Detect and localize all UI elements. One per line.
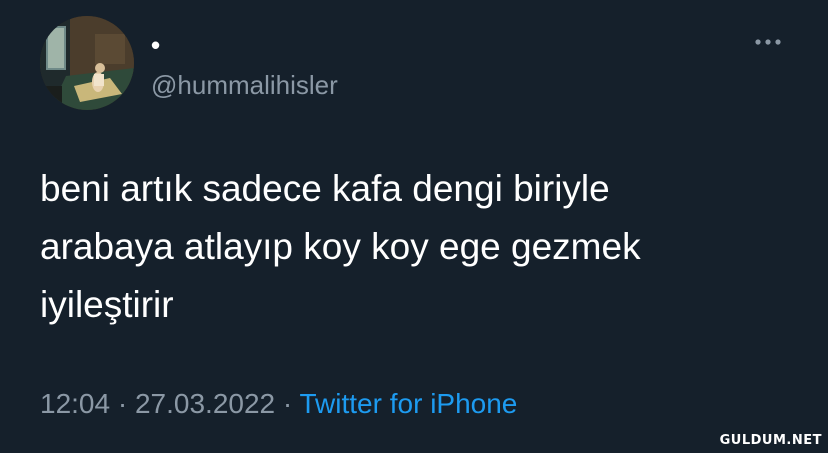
tweet-card: • @hummalihisler beni artık sadece kafa … <box>0 0 828 453</box>
meta-separator: · <box>282 388 293 419</box>
tweet-text: beni artık sadece kafa dengi biriyle ara… <box>40 168 641 325</box>
tweet-source-link[interactable]: Twitter for iPhone <box>300 388 518 419</box>
more-options-button[interactable] <box>752 30 788 54</box>
username-handle[interactable]: @hummalihisler <box>151 69 338 101</box>
avatar-painting-image <box>40 16 134 110</box>
tweet-meta: 12:04 · 27.03.2022 · Twitter for iPhone <box>40 385 517 423</box>
avatar[interactable] <box>40 16 134 110</box>
tweet-date[interactable]: 27.03.2022 <box>135 388 275 419</box>
display-name[interactable]: • <box>151 30 160 60</box>
watermark: GULDUM.NET <box>719 433 822 448</box>
tweet-time[interactable]: 12:04 <box>40 388 110 419</box>
more-horizontal-icon <box>755 39 781 45</box>
meta-separator: · <box>117 388 128 419</box>
